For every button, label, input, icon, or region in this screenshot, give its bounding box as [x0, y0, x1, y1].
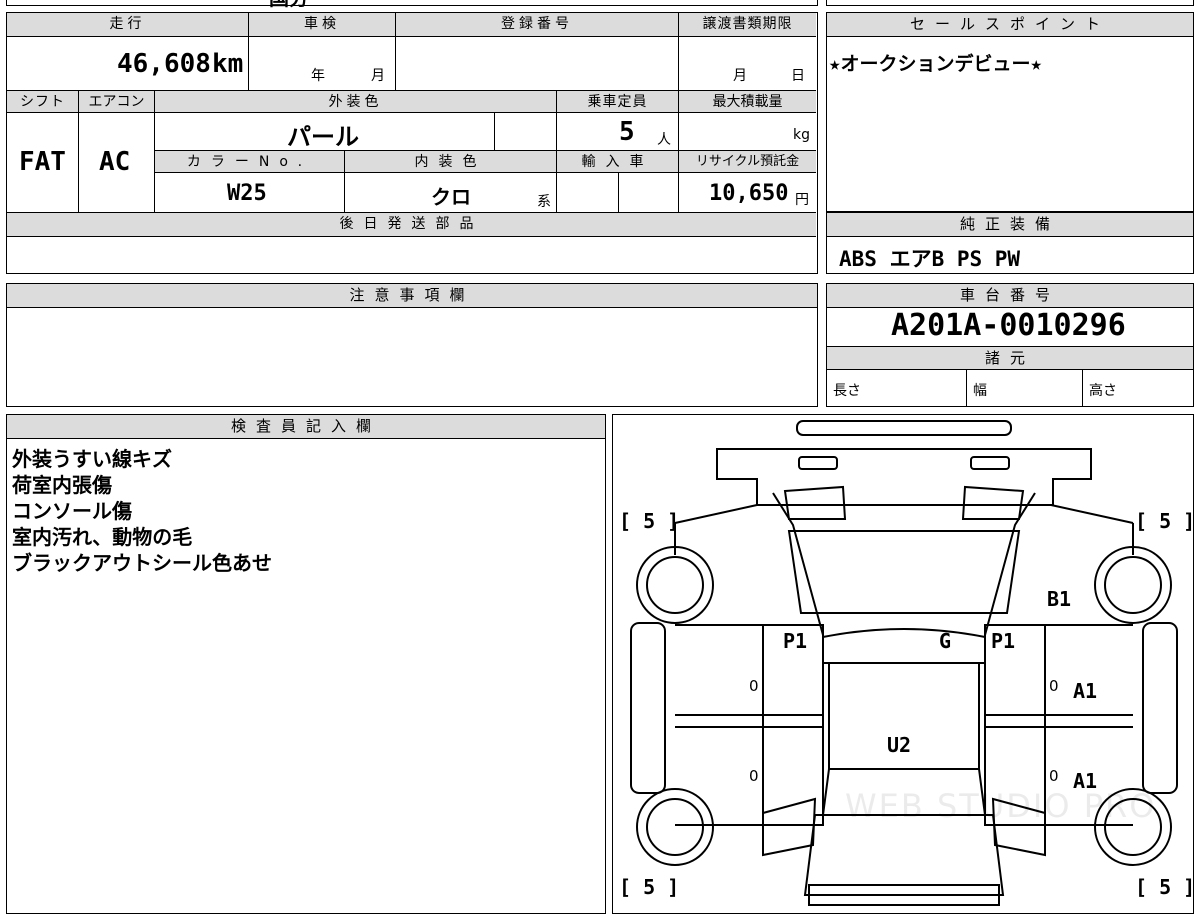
sales-point-header: セールスポイント [827, 13, 1193, 37]
watermark: WEB STUDIO PRO [845, 787, 1157, 825]
interior-color-suffix: 系 [537, 194, 551, 210]
recycle-value: 10,650 [709, 181, 789, 206]
max-load-cell: kg [679, 113, 816, 151]
inspection-year: 年 [311, 68, 325, 84]
damage-mark-a1-front: A1 [1073, 679, 1098, 703]
tire-tread-rear-left: [ 5 ] [619, 875, 680, 899]
color-no-cell: W25 [155, 173, 345, 213]
later-parts-label: 後日発送部品 [7, 213, 816, 237]
interior-color-value: クロ [431, 185, 471, 209]
equipment-header: 純正装備 [827, 213, 1193, 237]
sales-point-box: セールスポイント ★オークションデビュー★ [826, 12, 1194, 212]
interior-color-label: 内装色 [345, 151, 557, 173]
recycle-label: リサイクル預託金 [679, 151, 816, 173]
specs-width-cell: 幅 [967, 370, 1083, 406]
recycle-cell: 10,650 円 [679, 173, 816, 213]
specs-header: 諸元 [827, 346, 1193, 370]
damage-mark-p1-right: P1 [991, 629, 1016, 653]
inspector-line: 荷室内張傷 [12, 473, 112, 497]
color-no-value: W25 [227, 181, 267, 206]
zero-mark-left-rear: 0 [749, 767, 759, 785]
damage-mark-p1-left: P1 [783, 629, 808, 653]
car-outline-diagram [630, 420, 1178, 906]
registration-label: 登録番号 [396, 13, 679, 37]
import-cell-b [619, 173, 679, 213]
recycle-unit: 円 [795, 192, 809, 208]
import-label: 輸入車 [557, 151, 679, 173]
inspector-line: コンソール傷 [12, 499, 132, 523]
mileage-cell: 46,608 km [7, 37, 249, 91]
top-partial-text: 国分 [269, 0, 309, 11]
deadline-day: 日 [791, 68, 805, 84]
specs-width: 幅 [973, 383, 987, 399]
exterior-color-sub-cell [495, 113, 557, 151]
exterior-color-value: パール [287, 123, 359, 151]
inspection-cell: 年 月 [249, 37, 396, 91]
specs-height-cell: 高さ [1083, 370, 1193, 406]
damage-mark-b1: B1 [1047, 587, 1072, 611]
chassis-header: 車台番号 [827, 284, 1193, 308]
specs-length-cell: 長さ [827, 370, 967, 406]
aircon-value: AC [99, 147, 131, 177]
inspection-month: 月 [371, 68, 385, 84]
shift-label: シフト [7, 91, 79, 113]
inspector-line: ブラックアウトシール色あせ [12, 551, 272, 575]
import-cell-a [557, 173, 619, 213]
chassis-value: A201A-0010296 [891, 308, 1126, 343]
mileage-unit: km [212, 49, 244, 79]
inspector-box: 検査員記入欄 外装うすい線キズ 荷室内張傷 コンソール傷 室内汚れ、動物の毛 ブ… [6, 414, 606, 914]
exterior-color-cell: パール [155, 113, 495, 151]
top-strip: 国分 [6, 0, 818, 10]
capacity-cell: 5 人 [557, 113, 679, 151]
aircon-cell: AC [79, 113, 155, 213]
tire-tread-front-left: [ 5 ] [619, 509, 680, 533]
color-no-label: カラーNo. [155, 151, 345, 173]
chassis-box: 車台番号 A201A-0010296 諸元 長さ 幅 高さ [826, 283, 1194, 407]
vehicle-info-block: 走行 車検 登録番号 譲渡書類期限 46,608 km 年 月 月 日 シフト … [6, 12, 818, 274]
zero-mark-right-front: 0 [1049, 677, 1059, 695]
exterior-color-label: 外装色 [155, 91, 557, 113]
damage-mark-g: G [939, 629, 952, 653]
specs-length: 長さ [833, 383, 861, 399]
tire-tread-front-right: [ 5 ] [1135, 509, 1194, 533]
capacity-label: 乗車定員 [557, 91, 679, 113]
transfer-deadline-label: 譲渡書類期限 [679, 13, 816, 37]
damage-mark-u2: U2 [887, 733, 912, 757]
zero-mark-left-front: 0 [749, 677, 759, 695]
zero-mark-right-rear: 0 [1049, 767, 1059, 785]
shift-cell: FAT [7, 113, 79, 213]
notes-header: 注意事項欄 [7, 284, 817, 308]
equipment-value: ABS エアB PS PW [839, 247, 1021, 271]
inspector-line: 外装うすい線キズ [12, 447, 172, 471]
tire-tread-rear-right: [ 5 ] [1135, 875, 1194, 899]
registration-cell [396, 37, 679, 91]
mileage-label: 走行 [7, 13, 249, 37]
specs-height: 高さ [1089, 383, 1117, 399]
deadline-month: 月 [733, 68, 747, 84]
max-load-unit: kg [793, 127, 810, 143]
sales-point-text: ★オークションデビュー★ [829, 53, 1042, 75]
equipment-box: 純正装備 ABS エアB PS PW [826, 212, 1194, 274]
inspector-line: 室内汚れ、動物の毛 [12, 525, 193, 549]
capacity-value: 5 [619, 117, 635, 147]
max-load-label: 最大積載量 [679, 91, 816, 113]
capacity-unit: 人 [657, 132, 671, 148]
mileage-value: 46,608 [117, 49, 211, 79]
inspector-header: 検査員記入欄 [7, 415, 605, 439]
top-strip-right [826, 0, 1194, 6]
transfer-deadline-cell: 月 日 [679, 37, 816, 91]
aircon-label: エアコン [79, 91, 155, 113]
interior-color-cell: クロ 系 [345, 173, 557, 213]
shift-value: FAT [19, 147, 66, 177]
inspection-label: 車検 [249, 13, 396, 37]
notes-box: 注意事項欄 [6, 283, 818, 407]
car-diagram-box: [ 5 ] [ 5 ] [ 5 ] [ 5 ] B1 P1 G P1 A1 A1… [612, 414, 1194, 914]
